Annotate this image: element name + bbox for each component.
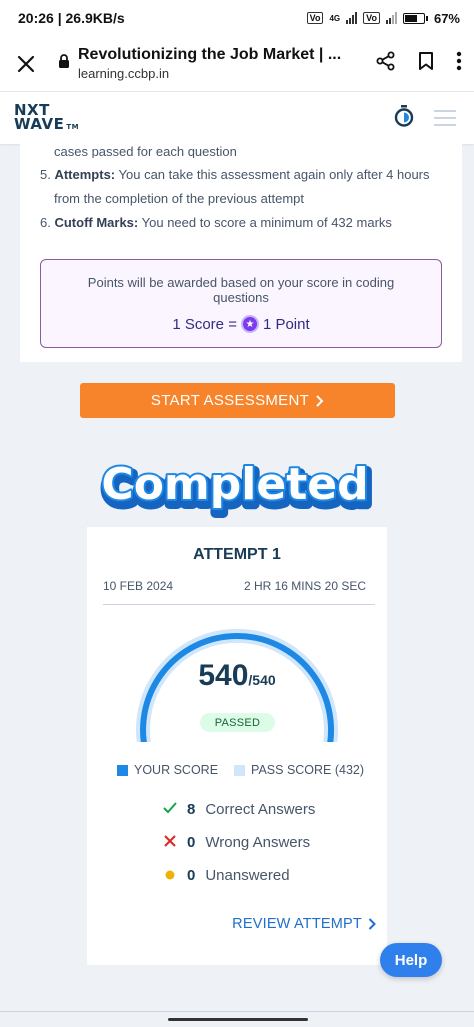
volte-icon: Vo: [306, 12, 324, 24]
instruction-cut-line: cases passed for each question: [54, 144, 237, 158]
result-card: ATTEMPT 1 10 FEB 2024 2 HR 16 MINS 20 SE…: [87, 527, 387, 965]
volte2-icon: Vo: [363, 12, 380, 24]
legend-pass-label: PASS SCORE (432): [251, 763, 365, 777]
close-icon[interactable]: [12, 50, 40, 78]
bottom-divider: [0, 1011, 474, 1012]
instruction-attempts: 5. Attempts: You can take this assessmen…: [40, 167, 430, 182]
status-bar: 20:26 | 26.9KB/s Vo 4G Vo 67%: [0, 0, 474, 36]
share-icon[interactable]: [376, 51, 396, 76]
start-assessment-button[interactable]: START ASSESSMENT: [80, 383, 395, 418]
legend-your-label: YOUR SCORE: [134, 763, 219, 777]
attempt-duration: 2 HR 16 MINS 20 SEC: [243, 579, 366, 593]
attempt-date: 10 FEB 2024: [103, 579, 174, 593]
instruction-cutoff: 6. Cutoff Marks: You need to score a min…: [40, 215, 392, 230]
lock-icon: [58, 54, 70, 73]
dot-icon: [163, 867, 177, 884]
attempt-title: ATTEMPT 1: [193, 546, 281, 563]
score-value: 540: [198, 659, 249, 692]
status-icons: Vo 4G Vo 67%: [306, 10, 460, 26]
your-score-swatch: [117, 764, 128, 776]
hamburger-menu-icon[interactable]: [434, 110, 456, 126]
points-text: Points will be awarded based on your sco…: [87, 275, 395, 305]
signal2-icon: [385, 12, 397, 24]
completed-banner: Completed Completed: [98, 457, 375, 520]
points-point-label: 1 Point: [262, 315, 310, 333]
legend-pass-score: PASS SCORE (432): [234, 763, 364, 777]
unanswered-label: Unanswered: [205, 867, 290, 884]
more-vert-icon[interactable]: [456, 51, 462, 76]
review-attempt-label: REVIEW ATTEMPT: [232, 916, 362, 932]
timer-icon[interactable]: [394, 104, 414, 132]
legend-your-score: YOUR SCORE: [117, 763, 218, 777]
logo-line2: WAVE: [14, 114, 65, 133]
divider: [103, 604, 375, 605]
url-block[interactable]: Revolutionizing the Job Market | ... lea…: [58, 46, 368, 81]
pass-score-swatch: [234, 764, 246, 776]
instructions-card: cases passed for each question 5. Attemp…: [20, 144, 462, 362]
nxtwave-logo[interactable]: NXT WAVE TM: [14, 102, 80, 134]
network-type-icon: 4G: [329, 13, 341, 23]
wrong-label: Wrong Answers: [205, 834, 311, 851]
signal-icon: [346, 12, 358, 24]
stat-unanswered: 0 Unanswered: [163, 867, 290, 884]
start-assessment-label: START ASSESSMENT: [150, 392, 310, 409]
instruction-attempts-cont: from the completion of the previous atte…: [54, 191, 305, 206]
battery-icon: [402, 12, 428, 24]
battery-percent: 67%: [433, 10, 460, 26]
browser-toolbar: Revolutionizing the Job Market | ... lea…: [0, 36, 474, 92]
bookmark-icon[interactable]: [418, 51, 434, 76]
unanswered-count: 0: [187, 867, 196, 884]
logo-tm: TM: [66, 122, 80, 131]
status-badge: PASSED: [200, 713, 275, 732]
review-attempt-link[interactable]: REVIEW ATTEMPT: [232, 916, 376, 932]
help-button[interactable]: Help: [380, 943, 442, 977]
correct-label: Correct Answers: [205, 801, 316, 818]
points-info-box: Points will be awarded based on your sco…: [40, 259, 442, 348]
cross-icon: [163, 834, 177, 851]
chevron-right-icon: [316, 394, 324, 407]
page-title: Revolutionizing the Job Market | ...: [78, 46, 342, 63]
score-display: 540/540: [87, 659, 387, 693]
wrong-count: 0: [187, 834, 196, 851]
score-total: /540: [248, 672, 276, 688]
gauge-legend: YOUR SCORE PASS SCORE (432): [117, 763, 364, 777]
gesture-nav-handle[interactable]: [168, 1018, 308, 1021]
star-coin-icon: ★: [240, 315, 259, 333]
stat-correct: 8 Correct Answers: [163, 801, 315, 818]
completed-text: Completed: [101, 459, 368, 510]
stat-wrong: 0 Wrong Answers: [163, 834, 310, 851]
points-score-label: 1 Score =: [172, 315, 237, 333]
chevron-right-icon: [368, 918, 376, 930]
app-header: NXT WAVE TM: [0, 92, 474, 144]
points-formula: 1 Score = ★ 1 Point: [41, 315, 441, 333]
url-domain: learning.ccbp.in: [78, 66, 170, 81]
check-icon: [163, 801, 177, 818]
correct-count: 8: [187, 801, 196, 818]
status-time: 20:26 | 26.9KB/s: [18, 10, 125, 26]
